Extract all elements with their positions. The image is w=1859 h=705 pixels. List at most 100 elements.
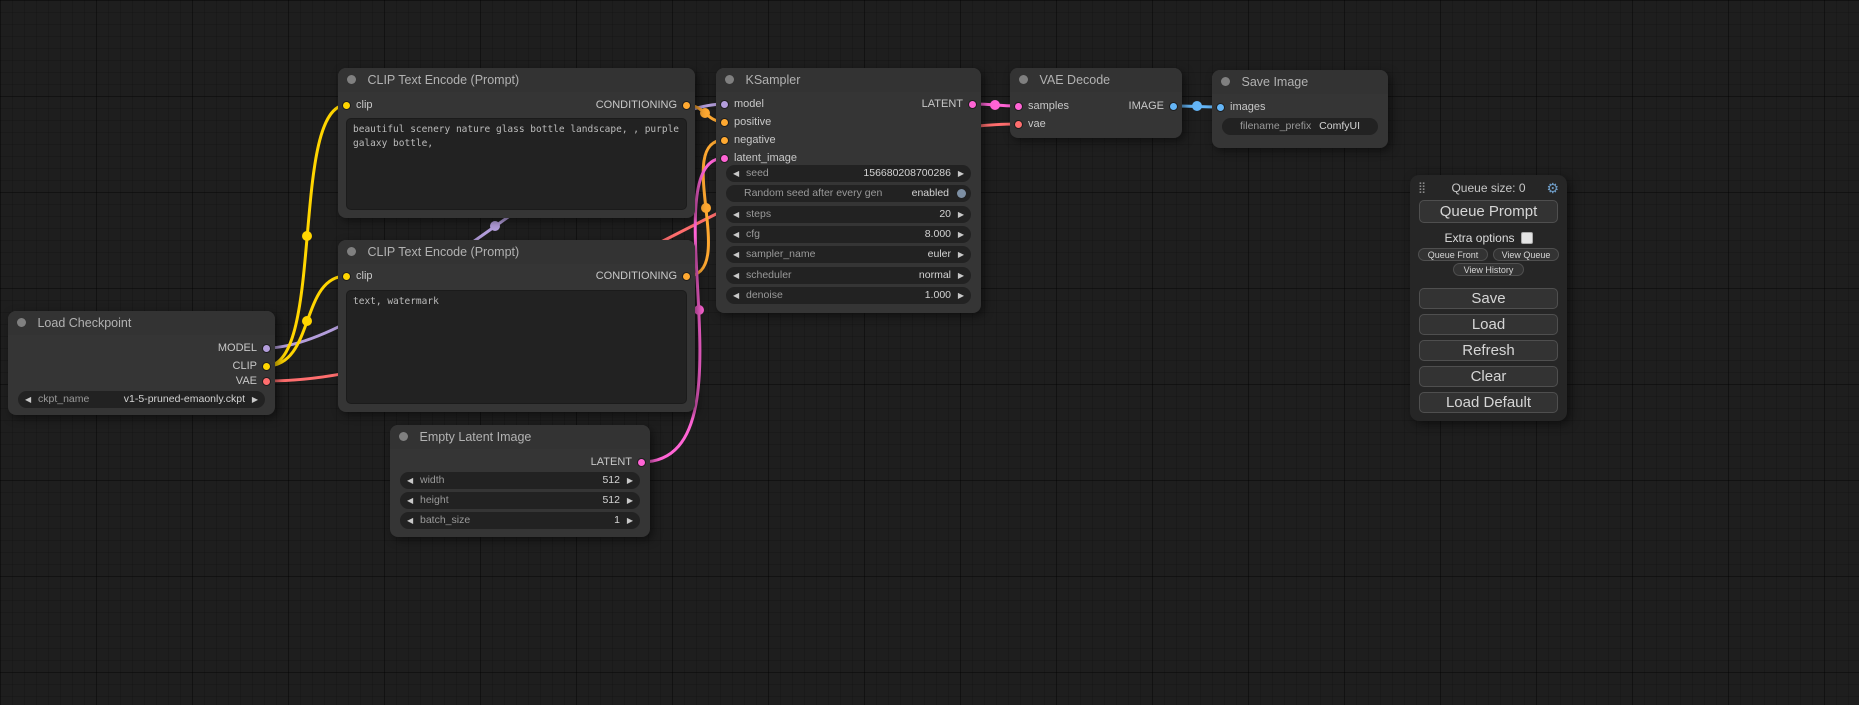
increment-arrow-icon[interactable]: ▶ bbox=[958, 206, 964, 223]
queue-front-button[interactable]: Queue Front bbox=[1418, 248, 1488, 261]
widget-sampler-name[interactable]: ◀ sampler_name euler ▶ bbox=[726, 246, 971, 263]
node-graph-canvas[interactable]: Load Checkpoint MODEL CLIP VAE ◀ ckpt_na… bbox=[0, 0, 1859, 705]
clear-button[interactable]: Clear bbox=[1419, 366, 1558, 387]
collapse-toggle-icon[interactable] bbox=[1221, 77, 1230, 86]
conditioning-slot-dot[interactable] bbox=[682, 272, 691, 281]
node-vae-decode[interactable]: VAE Decode samples vae IMAGE bbox=[1010, 68, 1182, 138]
conditioning-slot-dot[interactable] bbox=[720, 136, 729, 145]
widget-ckpt-name[interactable]: ◀ ckpt_name v1-5-pruned-emaonly.ckpt ▶ bbox=[18, 391, 265, 408]
node-header[interactable]: Load Checkpoint bbox=[8, 311, 275, 335]
output-slot-conditioning[interactable]: CONDITIONING bbox=[596, 268, 695, 285]
widget-scheduler[interactable]: ◀ scheduler normal ▶ bbox=[726, 267, 971, 284]
image-slot-dot[interactable] bbox=[1169, 102, 1178, 111]
input-slot-negative[interactable]: negative bbox=[716, 132, 776, 149]
input-slot-samples[interactable]: samples bbox=[1010, 98, 1069, 115]
widget-denoise[interactable]: ◀ denoise 1.000 ▶ bbox=[726, 287, 971, 304]
conditioning-slot-dot[interactable] bbox=[682, 101, 691, 110]
model-slot-dot[interactable] bbox=[720, 100, 729, 109]
prompt-textarea[interactable]: beautiful scenery nature glass bottle la… bbox=[346, 118, 687, 210]
prev-arrow-icon[interactable]: ◀ bbox=[733, 246, 739, 263]
increment-arrow-icon[interactable]: ▶ bbox=[627, 492, 633, 509]
prev-arrow-icon[interactable]: ◀ bbox=[25, 391, 31, 408]
node-header[interactable]: VAE Decode bbox=[1010, 68, 1182, 92]
latent-slot-dot[interactable] bbox=[1014, 102, 1023, 111]
model-slot-dot[interactable] bbox=[262, 344, 271, 353]
queue-prompt-button[interactable]: Queue Prompt bbox=[1419, 200, 1558, 223]
conditioning-slot-dot[interactable] bbox=[720, 118, 729, 127]
widget-batch-size[interactable]: ◀ batch_size 1 ▶ bbox=[400, 512, 640, 529]
node-clip-text-encode-positive[interactable]: CLIP Text Encode (Prompt) clip CONDITION… bbox=[338, 68, 695, 218]
decrement-arrow-icon[interactable]: ◀ bbox=[733, 287, 739, 304]
decrement-arrow-icon[interactable]: ◀ bbox=[733, 165, 739, 182]
node-header[interactable]: CLIP Text Encode (Prompt) bbox=[338, 68, 695, 92]
settings-gear-icon[interactable]: ⚙ bbox=[1546, 180, 1559, 196]
node-header[interactable]: KSampler bbox=[716, 68, 981, 92]
output-slot-model[interactable]: MODEL bbox=[218, 340, 275, 357]
next-arrow-icon[interactable]: ▶ bbox=[958, 267, 964, 284]
load-button[interactable]: Load bbox=[1419, 314, 1558, 335]
node-clip-text-encode-negative[interactable]: CLIP Text Encode (Prompt) clip CONDITION… bbox=[338, 240, 695, 412]
next-arrow-icon[interactable]: ▶ bbox=[252, 391, 258, 408]
latent-slot-dot[interactable] bbox=[637, 458, 646, 467]
vae-slot-dot[interactable] bbox=[262, 377, 271, 386]
vae-slot-dot[interactable] bbox=[1014, 120, 1023, 129]
node-empty-latent-image[interactable]: Empty Latent Image LATENT ◀ width 512 ▶ … bbox=[390, 425, 650, 537]
widget-control-after-generate[interactable]: Random seed after every gen enabled bbox=[726, 185, 971, 202]
extra-options-checkbox[interactable] bbox=[1521, 232, 1533, 244]
node-header[interactable]: Save Image bbox=[1212, 70, 1388, 94]
refresh-button[interactable]: Refresh bbox=[1419, 340, 1558, 361]
prompt-textarea[interactable]: text, watermark bbox=[346, 290, 687, 404]
decrement-arrow-icon[interactable]: ◀ bbox=[407, 492, 413, 509]
view-queue-button[interactable]: View Queue bbox=[1493, 248, 1559, 261]
save-button[interactable]: Save bbox=[1419, 288, 1558, 309]
clip-slot-dot[interactable] bbox=[262, 362, 271, 371]
node-load-checkpoint[interactable]: Load Checkpoint MODEL CLIP VAE ◀ ckpt_na… bbox=[8, 311, 275, 415]
output-slot-conditioning[interactable]: CONDITIONING bbox=[596, 97, 695, 114]
output-slot-latent[interactable]: LATENT bbox=[922, 96, 981, 113]
input-slot-positive[interactable]: positive bbox=[716, 114, 771, 131]
output-slot-latent[interactable]: LATENT bbox=[591, 454, 650, 471]
node-header[interactable]: Empty Latent Image bbox=[390, 425, 650, 449]
load-default-button[interactable]: Load Default bbox=[1419, 392, 1558, 413]
collapse-toggle-icon[interactable] bbox=[725, 75, 734, 84]
toggle-dot-icon[interactable] bbox=[957, 189, 966, 198]
collapse-toggle-icon[interactable] bbox=[1019, 75, 1028, 84]
decrement-arrow-icon[interactable]: ◀ bbox=[733, 226, 739, 243]
decrement-arrow-icon[interactable]: ◀ bbox=[407, 472, 413, 489]
collapse-toggle-icon[interactable] bbox=[399, 432, 408, 441]
increment-arrow-icon[interactable]: ▶ bbox=[627, 472, 633, 489]
view-history-button[interactable]: View History bbox=[1453, 263, 1524, 276]
widget-steps[interactable]: ◀ steps 20 ▶ bbox=[726, 206, 971, 223]
latent-slot-dot[interactable] bbox=[968, 100, 977, 109]
node-ksampler[interactable]: KSampler model positive negative latent_… bbox=[716, 68, 981, 313]
prev-arrow-icon[interactable]: ◀ bbox=[733, 267, 739, 284]
node-header[interactable]: CLIP Text Encode (Prompt) bbox=[338, 240, 695, 264]
increment-arrow-icon[interactable]: ▶ bbox=[958, 226, 964, 243]
input-slot-clip[interactable]: clip bbox=[338, 268, 373, 285]
clip-slot-dot[interactable] bbox=[342, 272, 351, 281]
input-slot-model[interactable]: model bbox=[716, 96, 764, 113]
output-slot-vae[interactable]: VAE bbox=[236, 373, 275, 390]
clip-slot-dot[interactable] bbox=[342, 101, 351, 110]
increment-arrow-icon[interactable]: ▶ bbox=[958, 165, 964, 182]
decrement-arrow-icon[interactable]: ◀ bbox=[407, 512, 413, 529]
increment-arrow-icon[interactable]: ▶ bbox=[958, 287, 964, 304]
widget-width[interactable]: ◀ width 512 ▶ bbox=[400, 472, 640, 489]
widget-height[interactable]: ◀ height 512 ▶ bbox=[400, 492, 640, 509]
input-slot-vae[interactable]: vae bbox=[1010, 116, 1046, 133]
latent-slot-dot[interactable] bbox=[720, 154, 729, 163]
image-slot-dot[interactable] bbox=[1216, 103, 1225, 112]
next-arrow-icon[interactable]: ▶ bbox=[958, 246, 964, 263]
input-slot-clip[interactable]: clip bbox=[338, 97, 373, 114]
widget-cfg[interactable]: ◀ cfg 8.000 ▶ bbox=[726, 226, 971, 243]
widget-seed[interactable]: ◀ seed 156680208700286 ▶ bbox=[726, 165, 971, 182]
collapse-toggle-icon[interactable] bbox=[17, 318, 26, 327]
increment-arrow-icon[interactable]: ▶ bbox=[627, 512, 633, 529]
decrement-arrow-icon[interactable]: ◀ bbox=[733, 206, 739, 223]
output-slot-image[interactable]: IMAGE bbox=[1129, 98, 1182, 115]
input-slot-images[interactable]: images bbox=[1212, 99, 1265, 116]
collapse-toggle-icon[interactable] bbox=[347, 75, 356, 84]
node-save-image[interactable]: Save Image images filename_prefix ComfyU… bbox=[1212, 70, 1388, 148]
collapse-toggle-icon[interactable] bbox=[347, 247, 356, 256]
widget-filename-prefix[interactable]: filename_prefix ComfyUI bbox=[1222, 118, 1378, 135]
